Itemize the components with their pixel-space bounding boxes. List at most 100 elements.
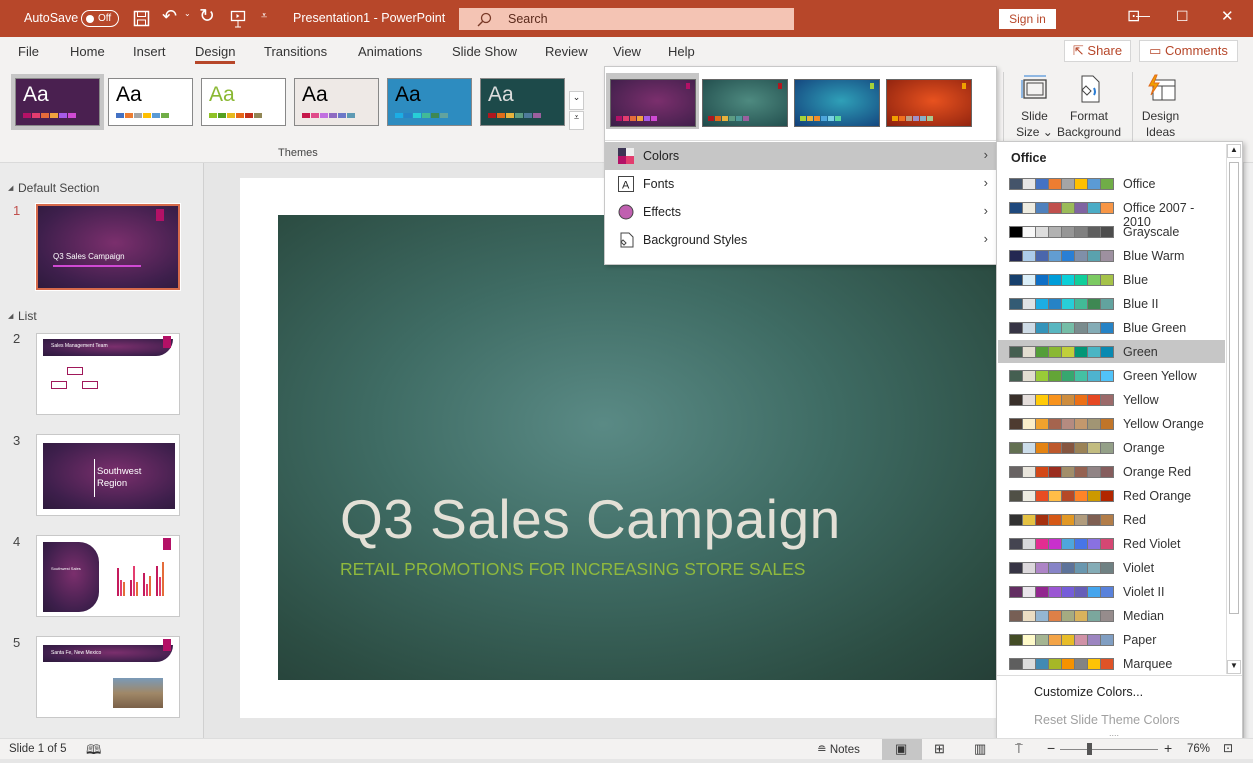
tab-design[interactable]: Design — [195, 44, 236, 64]
format-background-button[interactable]: Format Background — [1056, 74, 1122, 140]
zoom-slider-thumb[interactable] — [1086, 743, 1092, 755]
color-scheme-red-violet[interactable]: Red Violet — [998, 532, 1225, 555]
swatch — [1101, 467, 1113, 477]
current-slide[interactable]: Q3 Sales Campaign RETAIL PROMOTIONS FOR … — [278, 215, 1000, 680]
theme-1[interactable]: Aa — [15, 78, 100, 126]
zoom-slider-track[interactable] — [1060, 749, 1158, 750]
color-scheme-violet[interactable]: Violet — [998, 556, 1225, 579]
redo-icon[interactable]: ↻ — [199, 5, 215, 28]
slide-thumbnail-4[interactable]: Southwest Sales — [36, 535, 180, 617]
theme-4[interactable]: Aa — [294, 78, 379, 126]
color-scheme-grayscale[interactable]: Grayscale — [998, 220, 1225, 243]
slide-thumbnail-2[interactable]: Sales Management Team — [36, 333, 180, 415]
fit-slide-icon[interactable]: ⊡ — [1223, 741, 1233, 755]
color-scheme-violet-ii[interactable]: Violet II — [998, 580, 1225, 603]
share-button[interactable]: ⇱ Share — [1064, 40, 1131, 62]
slide-sorter-icon[interactable]: ⊞ — [934, 741, 945, 757]
notes-button[interactable]: ≘ Notes — [817, 742, 860, 756]
swatch — [524, 113, 532, 118]
slideshow-icon[interactable]: ⍑ — [1015, 741, 1023, 757]
present-icon[interactable] — [230, 10, 246, 28]
reading-view-icon[interactable]: ▥ — [974, 741, 986, 757]
design-ideas-button[interactable]: Design Ideas — [1138, 74, 1183, 140]
tab-file[interactable]: File — [18, 44, 39, 59]
color-scheme-orange-red[interactable]: Orange Red — [998, 460, 1225, 483]
slide-subtitle[interactable]: RETAIL PROMOTIONS FOR INCREASING STORE S… — [340, 559, 805, 580]
tab-animations[interactable]: Animations — [358, 44, 422, 59]
color-scheme-office[interactable]: Office — [998, 172, 1225, 195]
color-scheme-green-yellow[interactable]: Green Yellow — [998, 364, 1225, 387]
search-box[interactable]: Search — [459, 8, 794, 30]
color-scheme-paper[interactable]: Paper — [998, 628, 1225, 651]
minimize-icon[interactable]: — — [1136, 7, 1150, 23]
resize-grip[interactable]: .... — [1109, 728, 1119, 738]
tab-review[interactable]: Review — [545, 44, 588, 59]
maximize-icon[interactable]: ☐ — [1176, 8, 1189, 25]
color-scheme-red[interactable]: Red — [998, 508, 1225, 531]
slide-thumbnail-3[interactable]: Southwest Region — [36, 434, 180, 516]
org-chart — [51, 381, 67, 389]
variant-1[interactable] — [610, 79, 696, 127]
scroll-thumb[interactable] — [1229, 162, 1239, 614]
scroll-up-icon[interactable]: ▲ — [1227, 144, 1241, 158]
color-scheme-yellow-orange[interactable]: Yellow Orange — [998, 412, 1225, 435]
customize-toolbar-icon[interactable]: ⩡ — [261, 10, 267, 23]
save-icon[interactable] — [133, 10, 150, 27]
swatch — [1075, 611, 1087, 621]
tab-home[interactable]: Home — [70, 44, 105, 59]
color-scheme-blue-ii[interactable]: Blue II — [998, 292, 1225, 315]
slide-size-button[interactable]: Slide Size ⌄ — [1012, 74, 1057, 140]
scheme-name: Orange — [1123, 441, 1165, 455]
menu-item-background-styles[interactable]: Background Styles › — [605, 226, 996, 254]
variant-4[interactable] — [886, 79, 972, 127]
color-scheme-blue-warm[interactable]: Blue Warm — [998, 244, 1225, 267]
theme-2[interactable]: Aa — [108, 78, 193, 126]
themes-scroll-down[interactable]: ⌄ — [569, 91, 584, 110]
color-scheme-office-2007-2010[interactable]: Office 2007 - 2010 — [998, 196, 1225, 229]
color-scheme-marquee[interactable]: Marquee — [998, 652, 1225, 675]
variant-3[interactable] — [794, 79, 880, 127]
slide-thumbnails-pane[interactable]: Default Section 1 Q3 Sales Campaign List… — [0, 163, 204, 738]
zoom-level[interactable]: 76% — [1187, 743, 1210, 755]
customize-colors-item[interactable]: Customize Colors... — [1034, 685, 1143, 699]
color-scheme-yellow[interactable]: Yellow — [998, 388, 1225, 411]
slide-thumbnail-1[interactable]: Q3 Sales Campaign — [35, 203, 181, 291]
tab-transitions[interactable]: Transitions — [264, 44, 327, 59]
theme-6[interactable]: Aa — [480, 78, 565, 126]
autosave-toggle[interactable]: Off — [81, 10, 119, 27]
menu-item-colors[interactable]: Colors › — [605, 142, 996, 170]
color-scheme-red-orange[interactable]: Red Orange — [998, 484, 1225, 507]
slide-thumbnail-5[interactable]: Santa Fe, New Mexico — [36, 636, 180, 718]
swatch — [715, 116, 721, 121]
slide-title[interactable]: Q3 Sales Campaign — [340, 487, 841, 551]
color-scheme-median[interactable]: Median — [998, 604, 1225, 627]
accessibility-icon[interactable]: 🕮 — [86, 741, 101, 763]
tab-view[interactable]: View — [613, 44, 641, 59]
sign-in-button[interactable]: Sign in — [999, 9, 1056, 29]
theme-3[interactable]: Aa — [201, 78, 286, 126]
tab-help[interactable]: Help — [668, 44, 695, 59]
color-scheme-orange[interactable]: Orange — [998, 436, 1225, 459]
tab-insert[interactable]: Insert — [133, 44, 166, 59]
menu-item-effects[interactable]: Effects › — [605, 198, 996, 226]
color-scheme-green[interactable]: Green — [998, 340, 1225, 363]
tab-slide-show[interactable]: Slide Show — [452, 44, 517, 59]
section-list[interactable]: List — [8, 309, 37, 323]
color-scheme-blue-green[interactable]: Blue Green — [998, 316, 1225, 339]
undo-dropdown-icon[interactable]: ⌄ — [184, 9, 191, 18]
normal-view-button[interactable]: ▣ — [882, 739, 922, 760]
themes-more-button[interactable]: ⩡ — [569, 111, 584, 130]
theme-5[interactable]: Aa — [387, 78, 472, 126]
zoom-out-button[interactable]: − — [1047, 740, 1055, 756]
undo-icon[interactable]: ↶ — [162, 6, 177, 27]
canvas-scrollbar[interactable] — [1243, 163, 1253, 738]
zoom-in-button[interactable]: + — [1164, 740, 1172, 756]
variant-2[interactable] — [702, 79, 788, 127]
menu-item-fonts[interactable]: A Fonts › — [605, 170, 996, 198]
comments-button[interactable]: ▭ Comments — [1139, 40, 1238, 62]
color-scheme-blue[interactable]: Blue — [998, 268, 1225, 291]
close-icon[interactable]: ✕ — [1221, 7, 1234, 25]
section-default[interactable]: Default Section — [8, 181, 99, 195]
colors-scrollbar[interactable]: ▲ ▼ — [1226, 144, 1241, 674]
scroll-down-icon[interactable]: ▼ — [1227, 660, 1241, 674]
